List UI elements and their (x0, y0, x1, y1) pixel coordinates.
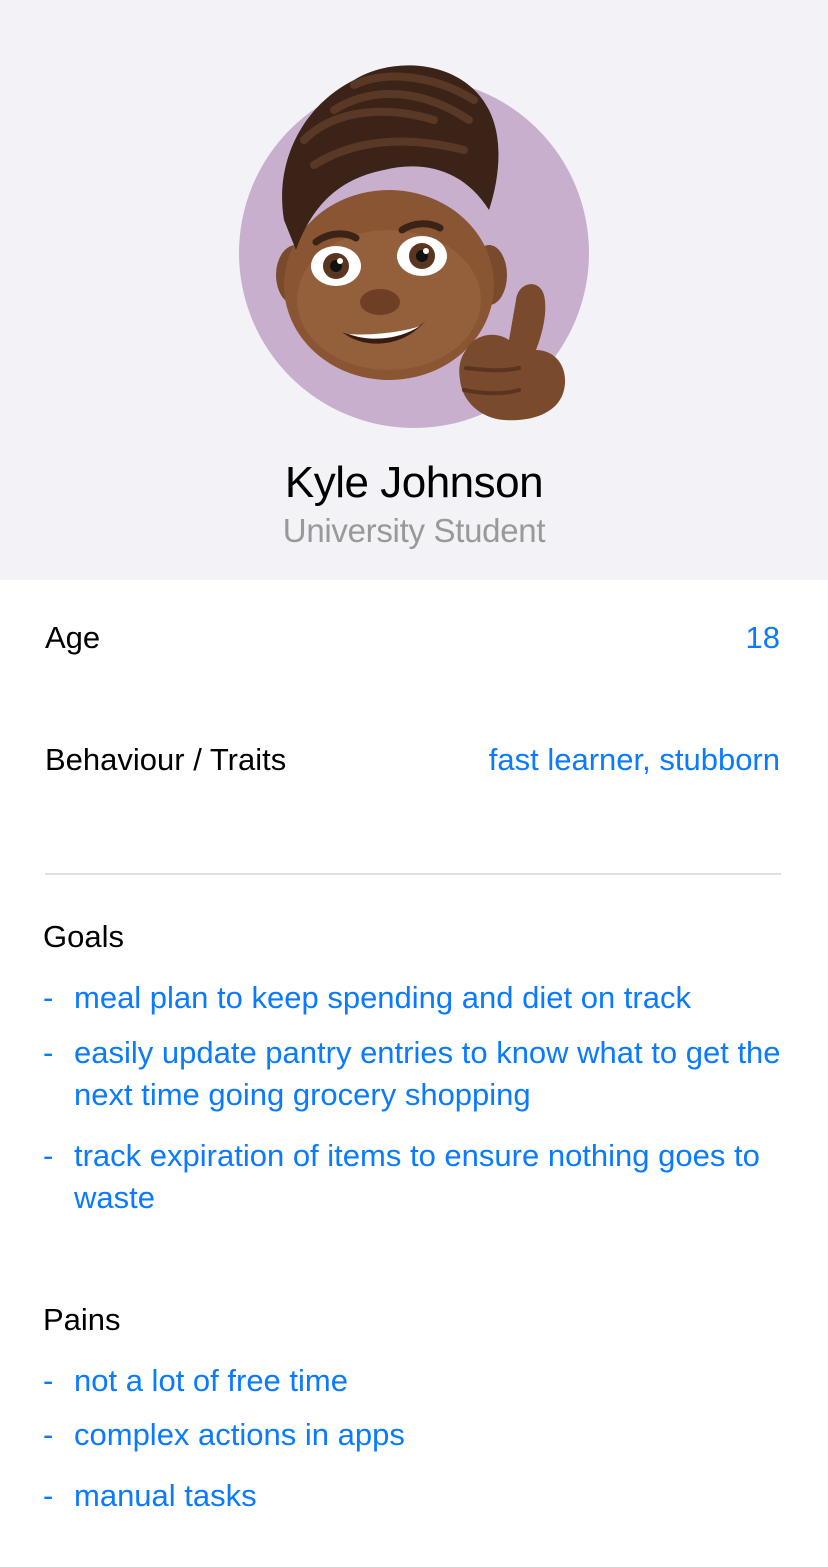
pain-item: - manual tasks (43, 1475, 783, 1517)
pain-item: - complex actions in apps (43, 1414, 783, 1456)
bullet-marker: - (43, 1035, 54, 1070)
profile-header: Kyle Johnson University Student (0, 0, 828, 580)
avatar (239, 65, 589, 428)
profile-role: University Student (282, 512, 546, 549)
bullet-marker: - (43, 1138, 54, 1173)
traits-value: fast learner, stubborn (488, 742, 780, 777)
goal-text: track expiration of items to ensure noth… (74, 1138, 760, 1215)
age-label: Age (45, 620, 101, 655)
traits-label: Behaviour / Traits (45, 742, 287, 777)
pain-text: not a lot of free time (74, 1363, 348, 1398)
pain-text: complex actions in apps (74, 1417, 405, 1452)
traits-row: Behaviour / Traits fast learner, stubbor… (45, 738, 780, 782)
goal-item: - easily update pantry entries to know w… (43, 1032, 783, 1116)
goal-item: - track expiration of items to ensure no… (43, 1135, 783, 1219)
goal-item: - meal plan to keep spending and diet on… (43, 977, 783, 1019)
bullet-marker: - (43, 1363, 54, 1398)
goals-title: Goals (43, 919, 124, 954)
goal-text: meal plan to keep spending and diet on t… (74, 980, 691, 1015)
pain-item: - not a lot of free time (43, 1360, 783, 1402)
pain-text: manual tasks (74, 1478, 257, 1513)
bullet-marker: - (43, 1478, 54, 1513)
age-row: Age 18 (45, 616, 780, 660)
section-divider (45, 873, 781, 875)
age-value: 18 (745, 620, 780, 655)
bullet-marker: - (43, 980, 54, 1015)
pains-title: Pains (43, 1302, 121, 1337)
goal-text: easily update pantry entries to know wha… (74, 1035, 781, 1112)
profile-name: Kyle Johnson (284, 458, 544, 507)
bullet-marker: - (43, 1417, 54, 1452)
